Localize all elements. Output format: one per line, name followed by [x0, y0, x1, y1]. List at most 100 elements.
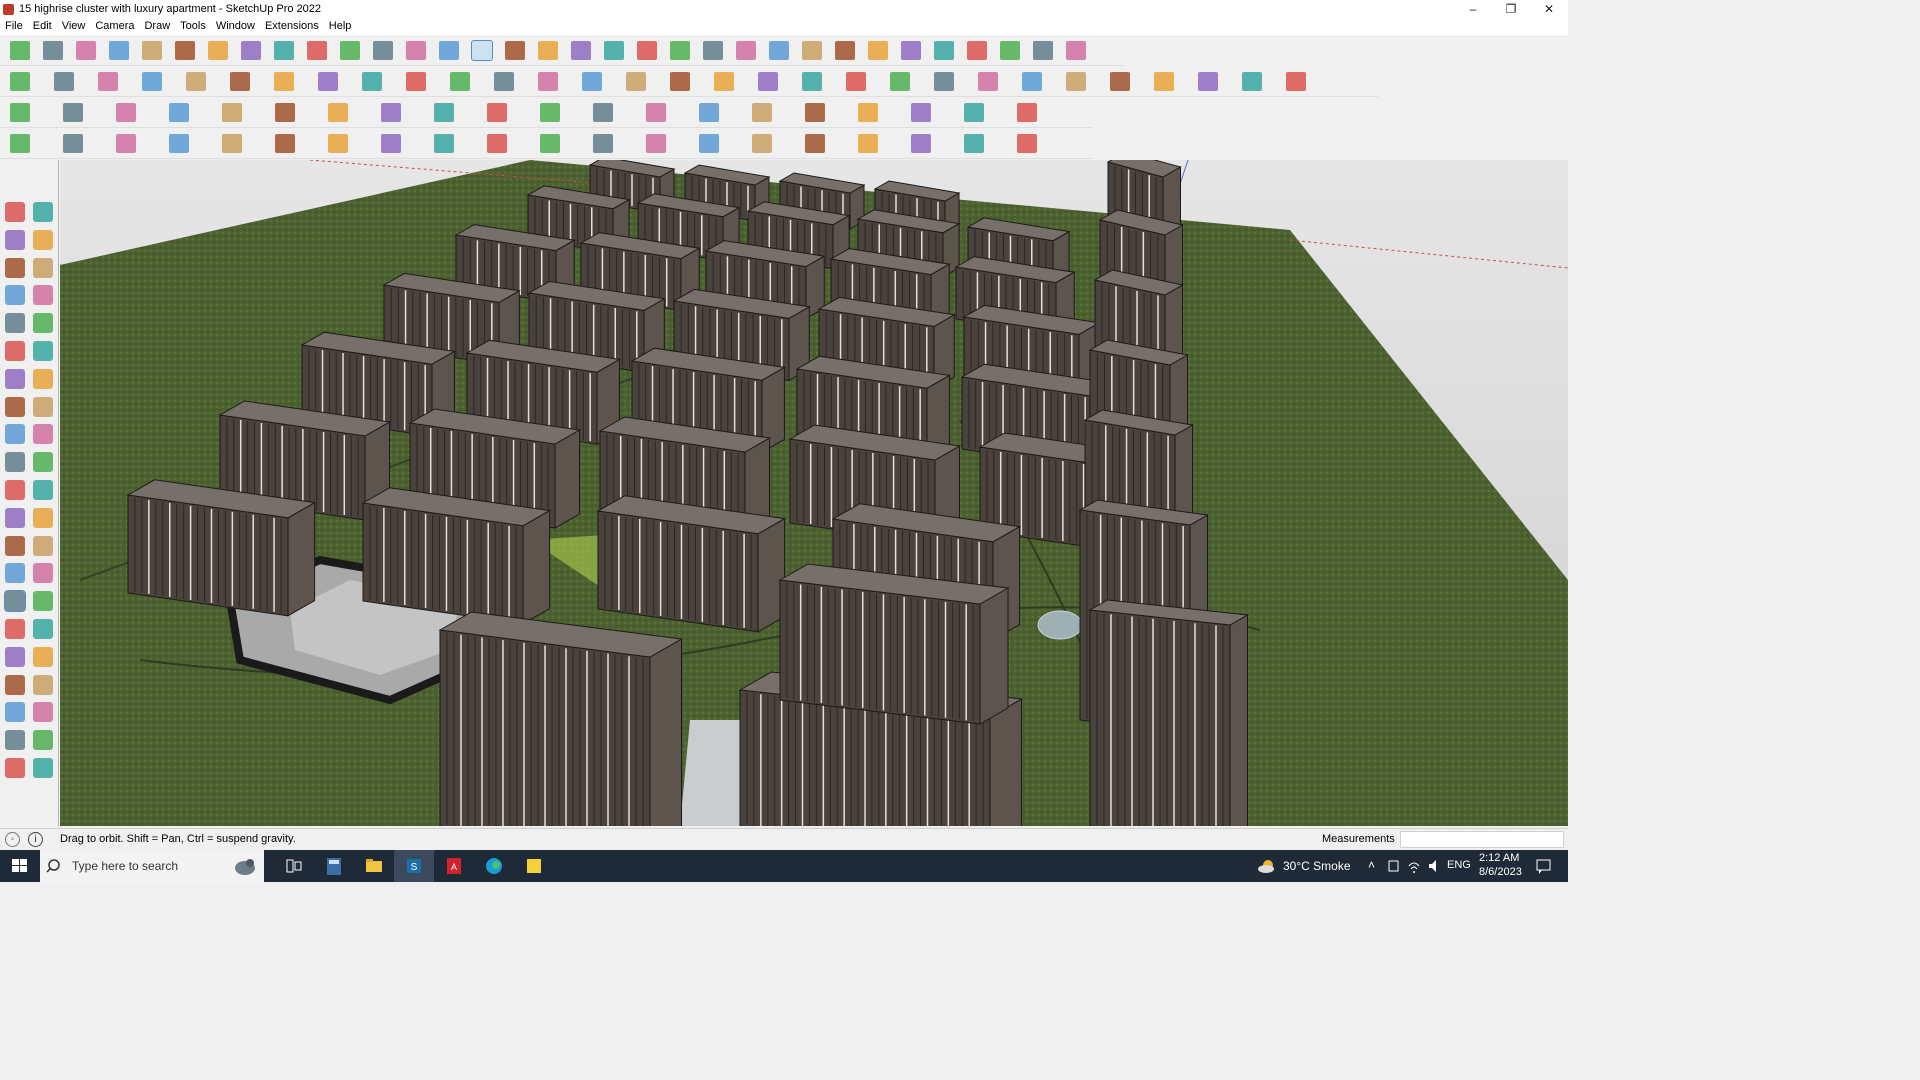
position-camera-icon[interactable]	[5, 674, 25, 695]
maximize-button[interactable]: ❐	[1492, 0, 1530, 19]
column-icon[interactable]	[1017, 134, 1037, 153]
account-icon[interactable]	[736, 41, 756, 60]
move-icon[interactable]	[274, 41, 294, 60]
zoom-icon[interactable]	[538, 41, 558, 60]
solid-trim-icon[interactable]	[626, 72, 646, 91]
outliner-icon[interactable]	[33, 758, 53, 778]
array-icon[interactable]	[487, 103, 507, 122]
styles-icon[interactable]	[670, 41, 690, 60]
language-indicator[interactable]: ENG	[1447, 859, 1471, 871]
edit-vertex-icon[interactable]	[169, 134, 189, 153]
shell-icon[interactable]	[169, 103, 189, 122]
geo-location-icon[interactable]: ◦	[5, 832, 20, 847]
pipe-icon[interactable]	[752, 103, 772, 122]
protractor-icon[interactable]	[5, 535, 25, 556]
volume-icon[interactable]	[1426, 850, 1442, 882]
file-explorer-icon[interactable]	[354, 850, 394, 882]
wifi-icon[interactable]	[1406, 850, 1422, 882]
explode-icon[interactable]	[540, 103, 560, 122]
stretch-icon[interactable]	[593, 134, 613, 153]
curve-icon[interactable]	[1066, 72, 1086, 91]
solar-icon[interactable]	[1066, 41, 1086, 60]
solid-union-icon[interactable]	[538, 72, 558, 91]
noise-icon[interactable]	[699, 134, 719, 153]
rotated-rectangle-icon[interactable]	[33, 313, 53, 334]
text-style-icon[interactable]	[978, 72, 998, 91]
top-view-icon[interactable]	[54, 72, 74, 91]
stack-icon[interactable]	[1017, 103, 1037, 122]
warehouse-icon[interactable]	[769, 41, 789, 60]
freehand-icon[interactable]	[33, 285, 53, 306]
menu-view[interactable]: View	[57, 19, 91, 32]
orbit-active-icon[interactable]	[4, 590, 26, 613]
zoom-extents-icon[interactable]	[571, 41, 591, 60]
select-icon[interactable]	[43, 41, 63, 60]
house-icon[interactable]	[714, 72, 734, 91]
round-corner-icon[interactable]	[275, 103, 295, 122]
taskbar-search-box[interactable]: Type here to search	[40, 850, 264, 882]
two-point-arc-icon[interactable]	[33, 368, 53, 389]
texture-icon[interactable]	[1286, 72, 1306, 91]
export-icon[interactable]	[868, 41, 888, 60]
layers-icon[interactable]	[604, 41, 624, 60]
door-icon[interactable]	[802, 72, 822, 91]
sandbox-from-contours-icon[interactable]	[230, 72, 250, 91]
offset-icon[interactable]	[33, 480, 53, 500]
extrude-icon[interactable]	[116, 103, 136, 122]
outliner-icon[interactable]	[637, 41, 657, 60]
section-display-icon[interactable]	[5, 730, 25, 751]
layout-icon[interactable]	[934, 41, 954, 60]
polygon-icon[interactable]	[1154, 72, 1174, 91]
pie-icon[interactable]	[5, 396, 25, 417]
sweep-icon[interactable]	[275, 134, 295, 153]
select-icon[interactable]	[5, 202, 25, 222]
redo-icon[interactable]	[1033, 41, 1053, 60]
circle-icon[interactable]	[5, 341, 25, 361]
task-view-icon[interactable]	[274, 850, 314, 882]
axes-icon[interactable]	[5, 563, 25, 584]
eraser-icon[interactable]	[76, 41, 96, 60]
rotate-copy-icon[interactable]	[858, 103, 878, 122]
front-view-icon[interactable]	[98, 72, 118, 91]
paint-bucket-icon[interactable]	[439, 41, 459, 60]
component-icon[interactable]	[5, 257, 25, 278]
weather-text[interactable]: 30°C Smoke	[1283, 859, 1351, 873]
sandbox-icon[interactable]	[967, 41, 987, 60]
3d-text-icon[interactable]	[33, 563, 53, 584]
hatch-icon[interactable]	[805, 134, 825, 153]
import-icon[interactable]	[835, 41, 855, 60]
tape-measure-icon[interactable]	[373, 41, 393, 60]
undo-icon[interactable]	[1000, 41, 1020, 60]
solid-split-icon[interactable]	[670, 72, 690, 91]
menu-tools[interactable]: Tools	[175, 19, 211, 32]
spline-icon[interactable]	[699, 103, 719, 122]
orbit-icon[interactable]	[471, 40, 493, 61]
path-icon[interactable]	[328, 134, 348, 153]
window-icon[interactable]	[758, 72, 778, 91]
three-point-arc-icon[interactable]	[33, 396, 53, 417]
extension-warehouse-icon[interactable]	[802, 41, 822, 60]
line-icon[interactable]	[109, 41, 129, 60]
menu-extensions[interactable]: Extensions	[260, 19, 324, 32]
text-icon[interactable]	[406, 41, 426, 60]
wall-icon[interactable]	[846, 72, 866, 91]
subdivide-icon[interactable]	[646, 103, 666, 122]
paint-bucket-icon[interactable]	[5, 229, 25, 250]
weld-icon[interactable]	[593, 103, 613, 122]
orbit-icon[interactable]	[33, 202, 53, 222]
railing-icon[interactable]	[911, 134, 931, 153]
move-icon[interactable]	[5, 424, 25, 445]
push-pull-icon[interactable]	[208, 41, 228, 60]
show-hidden-icons-icon[interactable]: ˄	[1368, 858, 1375, 872]
rectangle-icon[interactable]	[175, 41, 195, 60]
send-icon[interactable]	[901, 41, 921, 60]
align-icon[interactable]	[964, 103, 984, 122]
loft-icon[interactable]	[805, 103, 825, 122]
text-icon[interactable]	[33, 535, 53, 556]
add-detail-icon[interactable]	[450, 72, 470, 91]
pan-icon[interactable]	[505, 41, 525, 60]
menu-edit[interactable]: Edit	[28, 19, 57, 32]
network-battery-icon[interactable]	[1386, 850, 1402, 882]
arc-icon[interactable]	[5, 368, 25, 389]
plane-icon[interactable]	[63, 103, 83, 122]
